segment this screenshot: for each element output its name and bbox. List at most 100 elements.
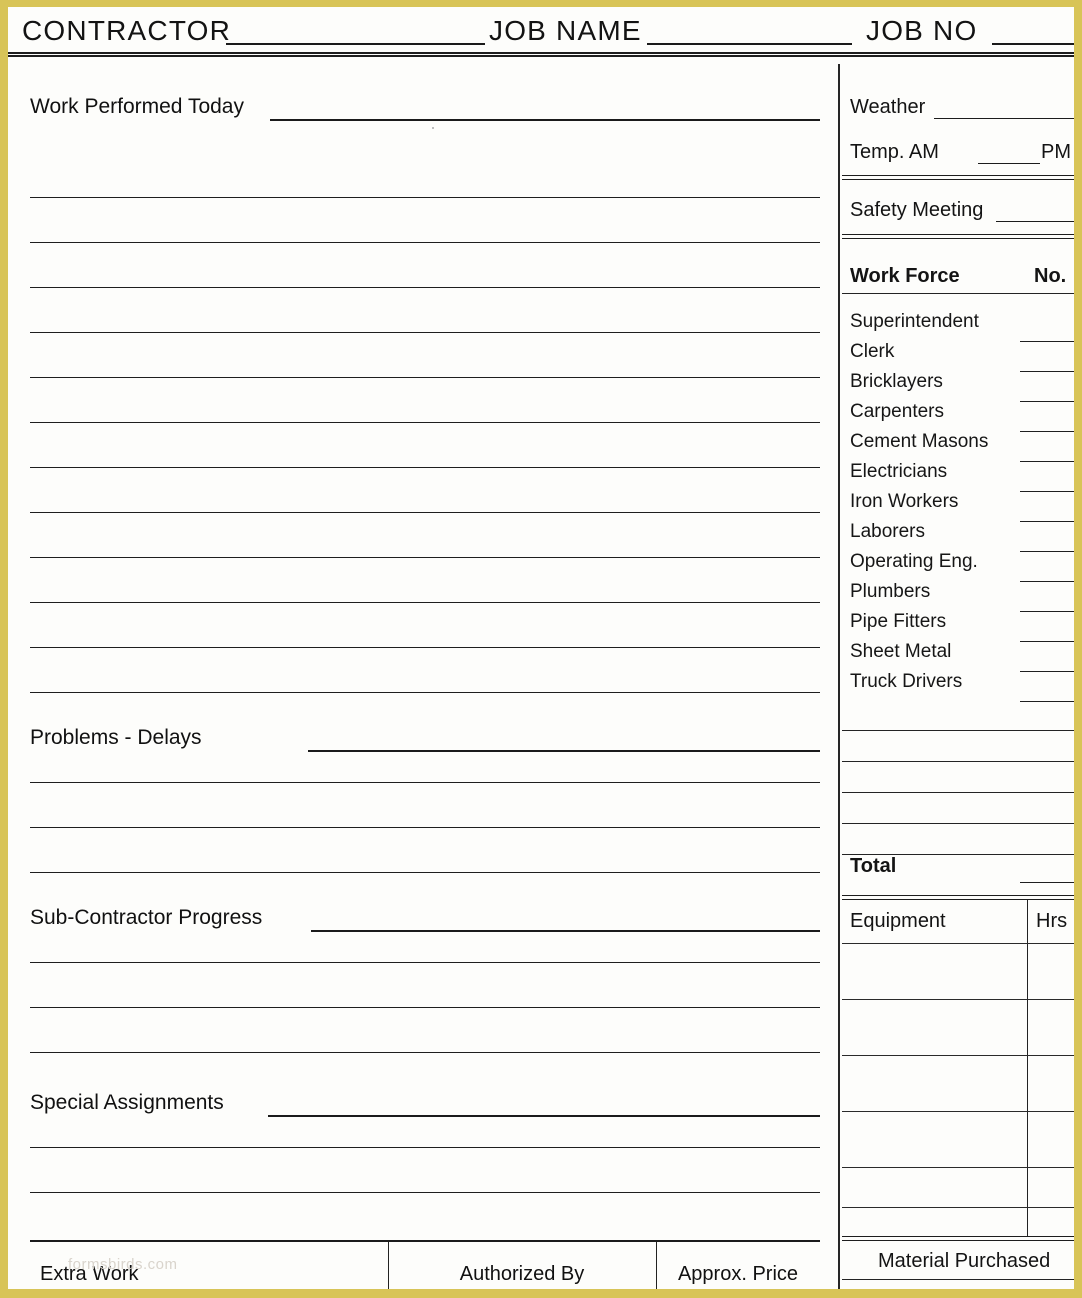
total-label: Total: [850, 855, 897, 877]
write-line[interactable]: [30, 197, 820, 198]
trade-row-input[interactable]: [1020, 371, 1074, 372]
trade-row-input[interactable]: [1020, 491, 1074, 492]
trade-row-input[interactable]: [1020, 521, 1074, 522]
hrs-header: Hrs: [1036, 910, 1068, 932]
approx-price-label: Approx. Price: [677, 1262, 799, 1285]
workforce-blank-row[interactable]: [842, 761, 1074, 762]
workforce-blank-row[interactable]: [842, 730, 1074, 731]
write-line[interactable]: [30, 377, 820, 378]
material-purchased-rule: [842, 1279, 1074, 1280]
write-line[interactable]: [30, 782, 820, 783]
trade-row-label: Operating Eng.: [850, 551, 978, 572]
right-panel: Weather Temp. AM PM Safety Meeting Work …: [838, 64, 1074, 1289]
temp-pm-label: PM: [1041, 141, 1071, 163]
daily-construction-report-form: CONTRACTOR JOB NAME JOB NO Work Performe…: [0, 0, 1082, 1298]
write-line[interactable]: [30, 332, 820, 333]
equipment-row-rule[interactable]: [842, 999, 1074, 1000]
write-line[interactable]: [30, 557, 820, 558]
equipment-hrs-divider: [1027, 900, 1028, 1236]
work-force-no-header: No.: [1034, 265, 1067, 287]
safety-section-divider: [842, 234, 1074, 239]
trade-row-input[interactable]: [1020, 701, 1074, 702]
write-line[interactable]: [30, 602, 820, 603]
trade-row-label: Cement Masons: [850, 431, 989, 452]
subcontractor-progress-label: Sub-Contractor Progress: [30, 906, 263, 929]
work-performed-lead-rule[interactable]: [270, 119, 820, 121]
trade-row-label: Electricians: [850, 461, 948, 482]
authorized-by-cell[interactable]: Authorized By: [388, 1242, 656, 1289]
write-line[interactable]: [30, 287, 820, 288]
form-header: CONTRACTOR JOB NAME JOB NO: [8, 7, 1074, 51]
trade-row-label: Sheet Metal: [850, 641, 952, 662]
write-line[interactable]: [30, 1147, 820, 1148]
workforce-blank-row[interactable]: [842, 792, 1074, 793]
work-performed-today-label: Work Performed Today: [30, 95, 244, 118]
header-divider: [8, 52, 1074, 57]
trade-row-label: Superintendent: [850, 311, 979, 332]
equipment-row-rule[interactable]: [842, 1207, 1074, 1208]
job-name-input-rule[interactable]: [647, 43, 852, 45]
trade-row-label: Truck Drivers: [850, 671, 963, 692]
left-panel: Work Performed Today Problems - Delays S…: [8, 64, 838, 1289]
contractor-label: CONTRACTOR: [22, 15, 232, 46]
write-line[interactable]: [30, 692, 820, 693]
trade-row-input[interactable]: [1020, 341, 1074, 342]
trade-row-label: Plumbers: [850, 581, 931, 602]
temp-am-input-rule[interactable]: [978, 163, 1040, 164]
total-section-divider: [842, 895, 1074, 900]
trade-row-input[interactable]: [1020, 641, 1074, 642]
problems-delays-lead-rule[interactable]: [308, 750, 820, 752]
write-line[interactable]: [30, 962, 820, 963]
equipment-row-rule[interactable]: [842, 1111, 1074, 1112]
write-line[interactable]: [30, 242, 820, 243]
problems-delays-label: Problems - Delays: [30, 726, 202, 749]
work-force-header-rule: [842, 293, 1074, 294]
total-input-rule[interactable]: [1020, 882, 1074, 883]
trade-row-label: Iron Workers: [850, 491, 959, 512]
authorized-by-label: Authorized By: [459, 1262, 585, 1285]
write-line[interactable]: [30, 422, 820, 423]
equipment-header: Equipment: [850, 910, 946, 932]
safety-meeting-input-rule[interactable]: [996, 221, 1074, 222]
material-purchased-label: Material Purchased: [878, 1250, 1051, 1272]
work-force-header: Work Force: [850, 265, 960, 287]
job-no-input-rule[interactable]: [992, 43, 1074, 45]
write-line[interactable]: [30, 647, 820, 648]
trade-row-input[interactable]: [1020, 671, 1074, 672]
write-line[interactable]: [30, 872, 820, 873]
scan-speck: [432, 127, 434, 129]
subcontractor-progress-lead-rule[interactable]: [311, 930, 820, 932]
scan-watermark: formsbirds.com: [68, 1256, 178, 1273]
equipment-section-divider: [842, 1236, 1074, 1241]
trade-row-label: Bricklayers: [850, 371, 943, 392]
equipment-row-rule: [842, 943, 1074, 944]
write-line[interactable]: [30, 1192, 820, 1193]
job-name-label: JOB NAME: [489, 15, 642, 46]
equipment-row-rule[interactable]: [842, 1055, 1074, 1056]
write-line[interactable]: [30, 467, 820, 468]
write-line[interactable]: [30, 512, 820, 513]
form-sheet: CONTRACTOR JOB NAME JOB NO Work Performe…: [8, 7, 1074, 1289]
trade-row-input[interactable]: [1020, 461, 1074, 462]
equipment-row-rule[interactable]: [842, 1167, 1074, 1168]
workforce-blank-row[interactable]: [842, 823, 1074, 824]
write-line[interactable]: [30, 1007, 820, 1008]
temp-am-label: Temp. AM: [850, 141, 939, 163]
approx-price-cell[interactable]: Approx. Price: [656, 1242, 820, 1289]
write-line[interactable]: [30, 827, 820, 828]
trade-row-label: Carpenters: [850, 401, 944, 422]
trade-row-input[interactable]: [1020, 551, 1074, 552]
write-line[interactable]: [30, 1052, 820, 1053]
weather-input-rule[interactable]: [934, 118, 1074, 119]
trade-row-input[interactable]: [1020, 611, 1074, 612]
trade-row-input[interactable]: [1020, 431, 1074, 432]
special-assignments-lead-rule[interactable]: [268, 1115, 820, 1117]
trade-row-input[interactable]: [1020, 581, 1074, 582]
trade-row-label: Clerk: [850, 341, 895, 362]
job-no-label: JOB NO: [866, 15, 978, 46]
special-assignments-label: Special Assignments: [30, 1091, 224, 1114]
safety-meeting-label: Safety Meeting: [850, 199, 984, 221]
trade-row-input[interactable]: [1020, 401, 1074, 402]
contractor-input-rule[interactable]: [226, 43, 485, 45]
weather-label: Weather: [850, 96, 926, 118]
